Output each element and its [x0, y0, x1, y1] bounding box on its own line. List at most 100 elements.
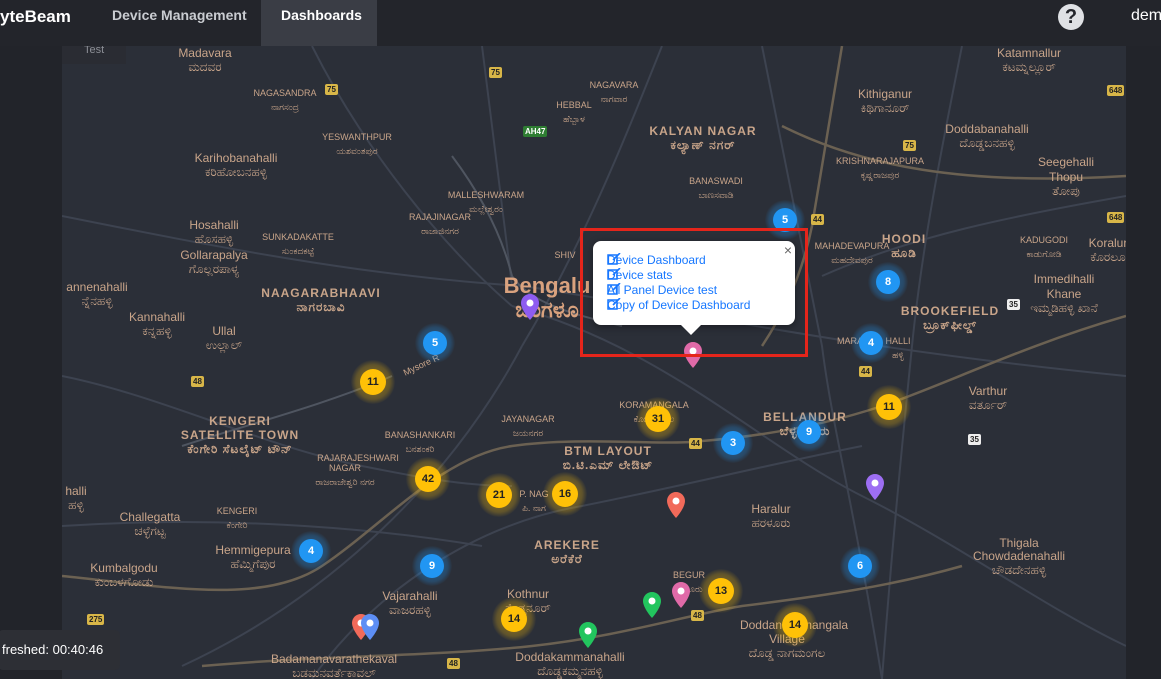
place-label: KENGERI: [209, 414, 271, 428]
place-label: Challegatta ಚಳ್ಳೆಗಟ್ಟ: [119, 510, 181, 538]
place-label-city: Bengalu ಬೆಂಗಳೂ: [503, 273, 591, 322]
place-label: Kumbalgodu ಕುಂಬಳಗೋಡು: [90, 561, 158, 589]
device-cluster[interactable]: 8: [868, 262, 908, 302]
place-label: HOODI ಹೂಡಿ: [881, 232, 927, 260]
cluster-count: 31: [645, 406, 671, 432]
last-refreshed-status: freshed: 00:40:46: [0, 630, 120, 670]
device-cluster[interactable]: 11: [867, 385, 911, 429]
device-cluster[interactable]: 3: [713, 423, 753, 463]
cluster-count: 5: [423, 331, 447, 355]
device-cluster[interactable]: 16: [543, 472, 587, 516]
place-label: KADUGODI ಕಾಡುಗೋಡಿ: [1019, 235, 1069, 259]
cluster-count: 42: [415, 466, 441, 492]
place-label: Haralur ಹರಳೂರು: [751, 502, 791, 530]
device-cluster[interactable]: 9: [789, 412, 829, 452]
device-cluster[interactable]: 21: [477, 473, 521, 517]
place-label: Immedihalli: [1033, 272, 1095, 286]
place-label: Kithiganur ಕಿಥಿಗಾನೂರ್: [857, 87, 913, 115]
place-label: Thigala: [999, 536, 1039, 550]
place-label: BTM LAYOUT ಬಿ.ಟಿ.ಎಮ್ ಲೇಔಟ್: [562, 444, 654, 472]
road-shield: 648: [1107, 85, 1125, 96]
road-shield: 48: [691, 610, 704, 621]
place-label: Chowdadenahalli ಚೌಡದೇನಹಳ್ಳಿ: [972, 549, 1066, 577]
road-shield: 35: [1007, 299, 1020, 310]
place-label: Hemmigepura ಹೆಮ್ಮಿಗೆಪುರ: [215, 543, 291, 571]
place-label: RAJAJINAGAR ರಾಜಾಜಿನಗರ: [408, 212, 472, 236]
road-shield: 75: [903, 140, 916, 151]
device-cluster[interactable]: 4: [851, 323, 891, 363]
help-icon[interactable]: ?: [1058, 4, 1084, 30]
panel-tab[interactable]: Test: [62, 46, 126, 64]
right-gutter: [1126, 46, 1161, 683]
place-label: NAAGARABHAAVI ನಾಗರಬಾವಿ: [261, 286, 381, 314]
road-shield: AH47: [523, 126, 548, 137]
place-label: JAYANAGAR ಜಯನಗರ: [501, 414, 555, 438]
place-label: KENGERI ಕೆಂಗೇರಿ: [216, 506, 258, 530]
road-shield: 48: [447, 658, 460, 669]
brand-logo-text[interactable]: yteBeam: [0, 7, 71, 27]
device-cluster[interactable]: 9: [412, 546, 452, 586]
cluster-count: 11: [876, 394, 902, 420]
place-label: Koralur ಕೊರಲೂ: [1088, 236, 1126, 264]
place-label: Badamanavarathekaval ಬಡಮನವರ್ತೆಕಾವಲ್: [270, 652, 398, 679]
road-shield: 75: [489, 67, 502, 78]
road-shield: 44: [811, 214, 824, 225]
map-pin-icon[interactable]: [667, 492, 685, 518]
road-shield: 648: [1107, 212, 1125, 223]
place-label: HEBBAL ಹೆಬ್ಬಾಳ: [556, 100, 592, 124]
place-label: AREKERE ಅರೆಕೆರೆ: [534, 538, 600, 566]
place-label: Ullal ಉಲ್ಲಾಲ್: [205, 324, 243, 352]
road-shield: 275: [87, 614, 105, 625]
device-cluster[interactable]: 13: [699, 569, 743, 613]
place-label: MAHADEVAPURA ಮಹದೇವಪುರ: [814, 241, 890, 265]
map-pin-icon[interactable]: [361, 614, 379, 640]
device-cluster[interactable]: 6: [840, 546, 880, 586]
road-shield: 48: [191, 376, 204, 387]
place-label: SHIV: [554, 250, 576, 260]
place-label: annenahalli ನ್ನೆನಹಳ್ಳಿ: [66, 280, 128, 308]
place-label: YESWANTHPUR ಯಶವಂತಪುರ: [322, 132, 392, 156]
place-label: BANASWADI ಬಾಣಸವಾಡಿ: [689, 176, 743, 200]
place-label: Vajarahalli ವಾಜರಹಳ್ಳಿ: [382, 589, 438, 617]
map-pin-icon[interactable]: [672, 582, 690, 608]
place-label: Madavara ಮದವರ: [178, 46, 232, 74]
highlight-box: [580, 228, 808, 357]
cluster-count: 11: [360, 369, 386, 395]
device-cluster[interactable]: 14: [773, 603, 817, 647]
cluster-count: 13: [708, 578, 734, 604]
place-label: BROOKEFIELD ಬ್ರೂಕ್‌ಫೀಲ್ಡ್: [900, 304, 1000, 332]
place-label: Seegehalli: [1037, 155, 1095, 169]
cluster-count: 16: [552, 481, 578, 507]
place-label: SUNKADAKATTE ಸುಂಕದಕಟ್ಟೆ: [262, 232, 334, 256]
cluster-count: 9: [420, 554, 444, 578]
cluster-count: 4: [299, 539, 323, 563]
top-navbar: yteBeam Device Management Dashboards ? d…: [0, 0, 1161, 46]
map-pin-icon[interactable]: [643, 592, 661, 618]
nav-tab-device-management[interactable]: Device Management: [92, 0, 267, 46]
cluster-count: 6: [848, 554, 872, 578]
map-panel[interactable]: Test Madavara ಮದವರ NAGASANDRA ನಾಗಸಂದ್ರ NAG…: [62, 46, 1126, 679]
device-cluster[interactable]: 14: [492, 597, 536, 641]
place-label: NAGAR ರಾಜರಾಜೇಶ್ವರಿ ನಗರ: [315, 463, 375, 487]
place-label: Varthur ವರ್ತೂರ್: [968, 384, 1008, 412]
map-pin-icon[interactable]: [521, 294, 539, 320]
device-cluster[interactable]: 5: [415, 323, 455, 363]
left-gutter: [0, 46, 62, 683]
map-pin-icon[interactable]: [866, 474, 884, 500]
place-label: Karihobanahalli ಕರಿಹೋಬನಹಳ್ಳಿ: [194, 151, 278, 179]
device-cluster[interactable]: 11: [351, 360, 395, 404]
place-label: NAGASANDRA ನಾಗಸಂದ್ರ: [253, 88, 317, 112]
cluster-count: 8: [876, 270, 900, 294]
place-label: Kannahalli ಕನ್ನಹಳ್ಳಿ: [128, 310, 186, 338]
place-label: Hosahalli ಹೊಸಹಳ್ಳಿ: [189, 218, 239, 246]
device-cluster[interactable]: 4: [291, 531, 331, 571]
nav-tab-dashboards[interactable]: Dashboards: [261, 0, 377, 46]
map-pin-icon[interactable]: [579, 622, 597, 648]
cluster-count: 14: [782, 612, 808, 638]
device-cluster[interactable]: 42: [406, 457, 450, 501]
place-label: Khane ಇಮ್ಮಡಿಹಳ್ಳಿ ಖಾನೆ: [1030, 287, 1098, 315]
place-label: Thopu ತೋಪು: [1048, 170, 1084, 198]
device-cluster[interactable]: 31: [636, 397, 680, 441]
user-menu[interactable]: dem: [1131, 7, 1161, 25]
road-shield: 44: [859, 366, 872, 377]
